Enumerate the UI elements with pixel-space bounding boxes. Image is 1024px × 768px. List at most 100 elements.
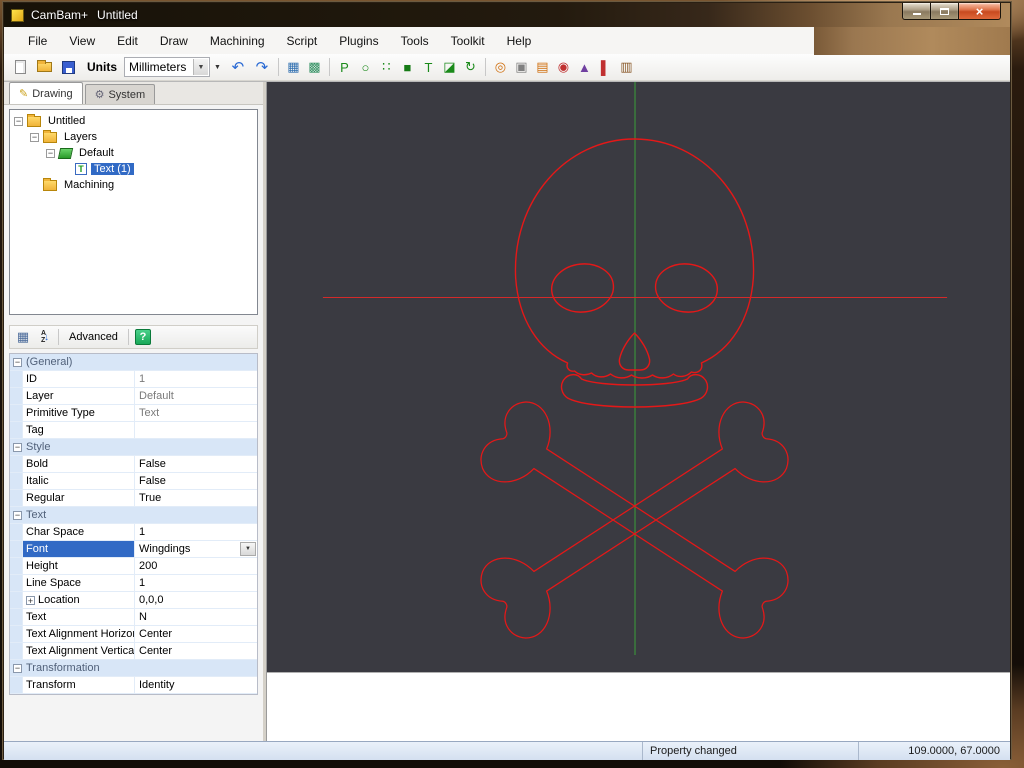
- tree-item-layers[interactable]: −Layers: [10, 129, 257, 145]
- property-row-id[interactable]: ID1: [10, 371, 257, 388]
- property-value[interactable]: 1: [135, 371, 257, 387]
- property-row-bold[interactable]: BoldFalse: [10, 456, 257, 473]
- section-collapse-icon[interactable]: −: [13, 443, 22, 452]
- advanced-button[interactable]: Advanced: [63, 331, 124, 343]
- menu-plugins[interactable]: Plugins: [328, 30, 389, 52]
- property-row-line-space[interactable]: Line Space1: [10, 575, 257, 592]
- section-collapse-icon[interactable]: −: [13, 664, 22, 673]
- tree-item-untitled[interactable]: −Untitled: [10, 113, 257, 129]
- property-row-transform[interactable]: TransformIdentity: [10, 677, 257, 694]
- menu-tools[interactable]: Tools: [390, 30, 440, 52]
- save-button[interactable]: [57, 56, 79, 78]
- property-value[interactable]: Wingdings▼: [135, 541, 257, 557]
- property-row-font[interactable]: FontWingdings▼: [10, 541, 257, 558]
- part-icon[interactable]: ▥: [617, 58, 636, 77]
- combo-arrow-icon[interactable]: ▼: [193, 59, 208, 75]
- property-value[interactable]: 1: [135, 575, 257, 591]
- property-row-height[interactable]: Height200: [10, 558, 257, 575]
- drill-mop-icon[interactable]: ◉: [554, 58, 573, 77]
- property-row-text[interactable]: TextN: [10, 609, 257, 626]
- property-row-italic[interactable]: ItalicFalse: [10, 473, 257, 490]
- property-row-tag[interactable]: Tag: [10, 422, 257, 439]
- close-button[interactable]: ×: [958, 3, 1001, 20]
- style-icon[interactable]: ▌: [596, 58, 615, 77]
- titlebar[interactable]: CamBam+Untitled: [4, 3, 1010, 27]
- expand-icon[interactable]: +: [26, 596, 35, 605]
- undo-button[interactable]: ↶: [227, 56, 249, 78]
- property-value[interactable]: [135, 422, 257, 438]
- menu-view[interactable]: View: [58, 30, 106, 52]
- open-file-button[interactable]: [33, 56, 55, 78]
- pocket-mop-icon[interactable]: ▣: [512, 58, 531, 77]
- units-dropdown-icon[interactable]: ▼: [214, 64, 221, 71]
- profile-mop-icon[interactable]: ◎: [491, 58, 510, 77]
- property-value[interactable]: 1: [135, 524, 257, 540]
- minimize-button[interactable]: [902, 3, 931, 20]
- menu-machining[interactable]: Machining: [199, 30, 276, 52]
- menu-script[interactable]: Script: [276, 30, 329, 52]
- property-row-char-space[interactable]: Char Space1: [10, 524, 257, 541]
- property-value[interactable]: 200: [135, 558, 257, 574]
- view-grid-icon[interactable]: ▦: [284, 58, 303, 77]
- units-select[interactable]: Millimeters ▼: [124, 57, 210, 77]
- property-value[interactable]: False: [135, 456, 257, 472]
- tab-drawing[interactable]: ✎ Drawing: [9, 82, 83, 104]
- redo-button[interactable]: ↷: [251, 56, 273, 78]
- text-tool-icon[interactable]: T: [419, 58, 438, 77]
- category-gutter: [10, 626, 23, 642]
- categorized-view-button[interactable]: ▦: [14, 328, 32, 346]
- tree-item-text-1[interactable]: TText (1): [10, 161, 257, 177]
- property-value[interactable]: Text: [135, 405, 257, 421]
- property-row-layer[interactable]: LayerDefault: [10, 388, 257, 405]
- property-section-text[interactable]: −Text: [10, 507, 257, 524]
- mop-3d-icon[interactable]: ▲: [575, 58, 594, 77]
- property-row-text-alignment-horizon[interactable]: Text Alignment HorizonCenter: [10, 626, 257, 643]
- tree-item-machining[interactable]: Machining: [10, 177, 257, 193]
- menu-toolkit[interactable]: Toolkit: [440, 30, 496, 52]
- property-value[interactable]: Center: [135, 626, 257, 642]
- maximize-button[interactable]: [931, 3, 958, 20]
- polyline-icon[interactable]: P: [335, 58, 354, 77]
- property-value[interactable]: N: [135, 609, 257, 625]
- property-row-text-alignment-vertica[interactable]: Text Alignment VerticaCenter: [10, 643, 257, 660]
- tree-expander-icon[interactable]: −: [30, 133, 39, 142]
- point-list-icon[interactable]: ∷: [377, 58, 396, 77]
- transform-icon[interactable]: ↻: [461, 58, 480, 77]
- alphabetical-sort-button[interactable]: AZ ↓: [36, 328, 54, 346]
- category-gutter: [10, 371, 23, 387]
- cambam-window: CamBam+Untitled × FileViewEditDrawMachin…: [3, 2, 1011, 759]
- cad-viewport[interactable]: [267, 82, 1010, 672]
- property-value[interactable]: Center: [135, 643, 257, 659]
- dropdown-button[interactable]: ▼: [240, 542, 256, 556]
- snap-grid-icon[interactable]: ▩: [305, 58, 324, 77]
- property-row-regular[interactable]: RegularTrue: [10, 490, 257, 507]
- surface-icon[interactable]: ◪: [440, 58, 459, 77]
- rectangle-icon[interactable]: ■: [398, 58, 417, 77]
- tab-system[interactable]: ⚙ System: [85, 84, 156, 104]
- section-collapse-icon[interactable]: −: [13, 358, 22, 367]
- property-section-transformation[interactable]: −Transformation: [10, 660, 257, 677]
- tree-item-default[interactable]: −Default: [10, 145, 257, 161]
- property-value[interactable]: 0,0,0: [135, 592, 257, 608]
- property-section-style[interactable]: −Style: [10, 439, 257, 456]
- new-file-button[interactable]: [9, 56, 31, 78]
- circle-icon[interactable]: ○: [356, 58, 375, 77]
- menu-edit[interactable]: Edit: [106, 30, 149, 52]
- tree-expander-icon[interactable]: −: [46, 149, 55, 158]
- menu-draw[interactable]: Draw: [149, 30, 199, 52]
- category-gutter: [10, 456, 23, 472]
- help-button[interactable]: ?: [135, 329, 151, 345]
- menu-help[interactable]: Help: [496, 30, 543, 52]
- tab-system-label: System: [108, 89, 145, 101]
- property-value[interactable]: True: [135, 490, 257, 506]
- property-row-primitive-type[interactable]: Primitive TypeText: [10, 405, 257, 422]
- section-collapse-icon[interactable]: −: [13, 511, 22, 520]
- property-section-general[interactable]: −(General): [10, 354, 257, 371]
- property-value[interactable]: False: [135, 473, 257, 489]
- engrave-mop-icon[interactable]: ▤: [533, 58, 552, 77]
- property-value[interactable]: Default: [135, 388, 257, 404]
- tree-expander-icon[interactable]: −: [14, 117, 23, 126]
- menu-file[interactable]: File: [17, 30, 58, 52]
- property-row-location[interactable]: +Location0,0,0: [10, 592, 257, 609]
- property-value[interactable]: Identity: [135, 677, 257, 693]
